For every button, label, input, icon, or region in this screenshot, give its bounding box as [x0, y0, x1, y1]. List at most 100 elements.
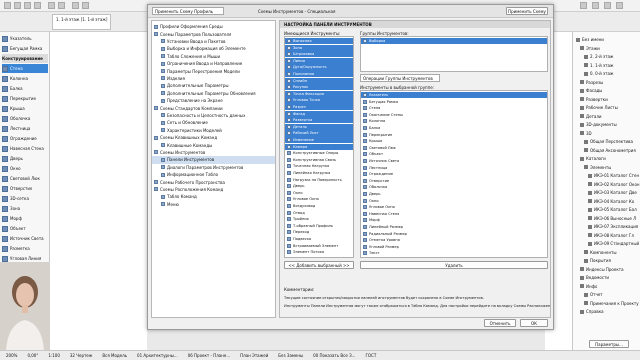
- navigator-item[interactable]: Этажи: [580, 45, 600, 52]
- available-tool-item[interactable]: Тройник: [285, 216, 353, 222]
- selected-tool-item[interactable]: Отверстие: [361, 178, 547, 184]
- selected-tool-item[interactable]: Угловое Окно: [361, 204, 547, 210]
- navigator-item[interactable]: Справка: [580, 308, 604, 315]
- add-selected-button[interactable]: << Добавить выбранный >>: [284, 261, 354, 269]
- zoom-level[interactable]: 200%: [6, 353, 17, 358]
- model-view[interactable]: Вся Модель: [102, 353, 127, 358]
- toolbox-item[interactable]: Лестница: [2, 124, 48, 133]
- navigator-item[interactable]: 1. 1-й этаж: [584, 62, 614, 69]
- selected-tool-item[interactable]: Колонна: [361, 118, 547, 124]
- selected-tool-item[interactable]: Бегущая Рамка: [361, 99, 547, 105]
- navigator-item[interactable]: ИКЭ-04 Каталог Ко: [588, 198, 634, 205]
- settings-tree-item[interactable]: Параметры Перестроения Модели: [152, 67, 275, 74]
- available-tool-item[interactable]: Изменение: [285, 137, 353, 144]
- settings-tree-item[interactable]: Профили Оформления Среды: [152, 23, 275, 30]
- tool-group-item[interactable]: Выборка: [361, 38, 547, 45]
- available-tool-item[interactable]: Фасад: [285, 110, 353, 117]
- navigator-item[interactable]: Элементы: [584, 164, 611, 171]
- navigator-item[interactable]: ИКЭ-09 Стандартный: [588, 240, 639, 247]
- settings-tree-item[interactable]: Схемы Инструментов: [152, 149, 275, 156]
- selected-tool-item[interactable]: Линейный Размер: [361, 224, 547, 230]
- settings-tree-item[interactable]: Дополнительные Параметры Обновления: [152, 90, 275, 97]
- help-icon[interactable]: [616, 2, 623, 9]
- navigator-item[interactable]: Компоненты: [584, 249, 617, 256]
- selected-tool-item[interactable]: Балка: [361, 125, 547, 131]
- navigator-item[interactable]: 0. 0-й этаж: [584, 70, 614, 77]
- available-tool-item[interactable]: Угловое Окно: [285, 196, 353, 202]
- toolbox-item[interactable]: Источник Света: [2, 234, 48, 243]
- settings-tree-item[interactable]: Безопасность и Целостность данных: [152, 112, 275, 119]
- undo-icon[interactable]: [48, 2, 55, 9]
- toolbox-item[interactable]: Окно: [2, 164, 48, 173]
- settings-tree-item[interactable]: Схемы Клавишных Команд: [152, 134, 275, 141]
- selected-tool-item[interactable]: Крыша: [361, 138, 547, 144]
- cancel-button[interactable]: Отменить: [484, 319, 516, 327]
- save-icon[interactable]: [24, 2, 31, 9]
- selected-tool-item[interactable]: Световой Люк: [361, 145, 547, 151]
- toolbox-item[interactable]: Навесная Стена: [2, 144, 48, 153]
- toolbox-item[interactable]: 3D-сетка: [2, 194, 48, 203]
- available-tool-item[interactable]: Разрез: [285, 104, 353, 111]
- navigator-item[interactable]: Разрезы: [580, 79, 603, 86]
- ok-button[interactable]: ОК: [520, 319, 548, 327]
- available-tool-item[interactable]: Точечная Нагрузка: [285, 163, 353, 169]
- toolbox-item[interactable]: Крыша: [2, 104, 48, 113]
- apply-scheme-button[interactable]: Применить Схему: [506, 7, 548, 15]
- settings-tree-item[interactable]: Характеристики Моделей: [152, 127, 275, 134]
- toolbox-item[interactable]: Колонна: [2, 74, 48, 83]
- selected-tool-item[interactable]: Оболочка: [361, 184, 547, 190]
- navigator-item[interactable]: Отчет: [584, 291, 603, 298]
- graphic-override[interactable]: Без Замены: [278, 353, 303, 358]
- layer-combination[interactable]: 32 Чертеж: [70, 353, 93, 358]
- settings-tree-item[interactable]: Информационное Табло: [152, 171, 275, 178]
- navigator-item[interactable]: Инфо: [580, 283, 597, 290]
- selected-tool-item[interactable]: Морф: [361, 217, 547, 223]
- angle-value[interactable]: 0,00°: [27, 353, 38, 358]
- scale-value[interactable]: 1:100: [48, 353, 60, 358]
- group-operations-dropdown[interactable]: Операции Группы Инструментов: [360, 74, 440, 82]
- navigator-item[interactable]: Развертки: [580, 96, 608, 103]
- open-icon[interactable]: [14, 2, 21, 9]
- navigator-item[interactable]: Покрытия: [584, 257, 611, 264]
- available-tool-item[interactable]: Т-образный Профиль: [285, 223, 353, 229]
- selected-tool-item[interactable]: Отметка Уровня: [361, 237, 547, 243]
- available-tool-item[interactable]: Дуга/Окружность: [285, 64, 353, 71]
- settings-tree-item[interactable]: Изделия: [152, 75, 275, 82]
- navigator-item[interactable]: Индексы Проекта: [580, 266, 624, 273]
- toolbox-item[interactable]: Оболочка: [2, 114, 48, 123]
- available-tool-item[interactable]: Отвод: [285, 210, 353, 216]
- toolbox-item[interactable]: Световой Люк: [2, 174, 48, 183]
- settings-tree-item[interactable]: Представление на Экране: [152, 97, 275, 104]
- toolbox-item[interactable]: Перекрытие: [2, 94, 48, 103]
- 3d-view-icon[interactable]: [72, 2, 79, 9]
- available-tool-item[interactable]: Зона: [285, 44, 353, 51]
- available-tool-item[interactable]: Линия: [285, 57, 353, 64]
- toolbox-item[interactable]: Бегущая Рамка: [2, 44, 48, 53]
- selected-tool-item[interactable]: Лестница: [361, 165, 547, 171]
- floor-plan-icon[interactable]: [82, 2, 89, 9]
- available-tool-item[interactable]: Окно: [285, 190, 353, 196]
- navigator-item[interactable]: Ведомости: [580, 274, 609, 281]
- settings-tree-item[interactable]: Меню: [152, 201, 275, 208]
- settings-tree-item[interactable]: Диалоги Параметров Инструментов: [152, 164, 275, 171]
- available-tool-item[interactable]: Встраиваемый Элемент: [285, 243, 353, 249]
- settings-tree-item[interactable]: Табло Команд: [152, 193, 275, 200]
- selected-tool-item[interactable]: Объект: [361, 151, 547, 157]
- delete-button[interactable]: Удалить: [360, 261, 548, 269]
- available-tool-item[interactable]: Линейная Нагрузка: [285, 170, 353, 176]
- toolbox-item[interactable]: Стена: [2, 64, 48, 73]
- available-tool-item[interactable]: Развертка: [285, 117, 353, 124]
- navigator-item[interactable]: ИКЭ-02 Каталог Окон: [588, 181, 640, 188]
- pen-set[interactable]: 01 Архитектурны...: [137, 353, 178, 358]
- settings-tree-item[interactable]: Табло Сложения и Мыши: [152, 53, 275, 60]
- available-tool-item[interactable]: Конструктивная Связь: [285, 157, 353, 163]
- navigator-item[interactable]: Общая Перспектива: [584, 138, 633, 145]
- available-tool-item[interactable]: Элемент Потока: [285, 249, 353, 255]
- toolbox-item[interactable]: Отверстие: [2, 184, 48, 193]
- settings-tree-item[interactable]: Панели Инструментов: [152, 156, 275, 164]
- available-tool-item[interactable]: Переход: [285, 229, 353, 235]
- settings-tree-item[interactable]: Схемы Расположения Команд: [152, 186, 275, 193]
- toolbox-item[interactable]: Указатель: [2, 34, 48, 43]
- navigator-item[interactable]: Рабочие Листы: [580, 104, 618, 111]
- navigator-item[interactable]: Детали: [580, 113, 602, 120]
